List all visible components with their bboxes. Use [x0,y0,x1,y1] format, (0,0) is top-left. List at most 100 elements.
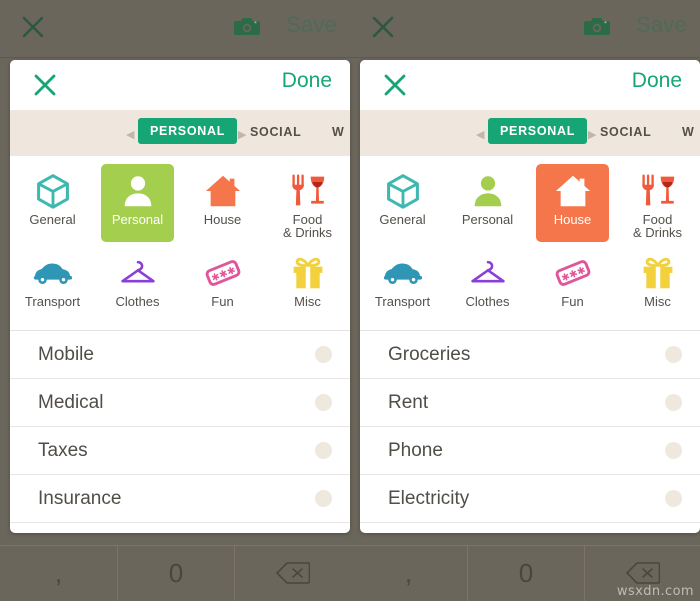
car-icon [382,252,424,294]
tabstrip: ◀ ▶ PERSONAL SOCIAL W [360,110,700,156]
category-house[interactable]: House [186,164,259,242]
tab-social[interactable]: SOCIAL [600,125,651,139]
list-item[interactable]: Medical [10,379,350,427]
done-button[interactable]: Done [282,69,332,93]
category-food-drinks[interactable]: Food & Drinks [621,164,694,242]
close-x-icon[interactable] [20,14,46,40]
category-label: Misc [644,294,671,309]
list-item[interactable]: Electricity [360,475,700,523]
category-grid: General Personal House Food & Drinks Tra… [360,156,700,330]
color-dot[interactable] [665,394,682,411]
zero-key[interactable]: 0 [118,545,234,601]
background-topbar-left: Save [0,0,350,57]
list-item-label: Medical [38,391,104,413]
category-label: Transport [24,294,81,309]
list-item[interactable]: Rent [360,379,700,427]
category-food-drinks[interactable]: Food & Drinks [271,164,344,242]
category-personal[interactable]: Personal [101,164,174,242]
save-button[interactable]: Save [286,12,337,38]
cube-icon [35,170,71,212]
list-item-label: Electricity [388,487,470,509]
list-item-label: Taxes [38,439,88,461]
food-drinks-icon [639,170,677,212]
color-dot[interactable] [315,394,332,411]
chevron-left-icon[interactable]: ◀ [126,130,134,141]
close-x-icon[interactable] [370,14,396,40]
chevron-left-icon[interactable]: ◀ [476,130,484,141]
category-label: Fun [561,294,584,309]
list-item-label: Groceries [388,343,471,365]
tab-personal[interactable]: PERSONAL [138,118,238,144]
list-item[interactable]: Taxes [10,427,350,475]
chevron-right-icon[interactable]: ▶ [588,130,596,141]
list-item[interactable]: Mobile [10,331,350,379]
ticket-icon: ✱✱✱ [553,252,593,294]
dialog-header: Done [10,60,350,110]
house-icon [204,170,242,212]
category-clothes[interactable]: Clothes [101,246,174,324]
category-label: Clothes [115,294,160,309]
category-fun[interactable]: ✱✱✱ Fun [186,246,259,324]
hanger-icon [468,252,508,294]
category-misc[interactable]: Misc [271,246,344,324]
category-transport[interactable]: Transport [16,246,89,324]
food-drinks-icon [289,170,327,212]
comma-key[interactable]: , [350,545,467,601]
list-item-label: Phone [388,439,443,461]
comma-key[interactable]: , [0,545,117,601]
done-button[interactable]: Done [632,69,682,93]
category-label: General [29,212,76,227]
tab-personal[interactable]: PERSONAL [488,118,588,144]
zero-key[interactable]: 0 [468,545,584,601]
person-icon [469,170,507,212]
category-general[interactable]: General [366,164,439,242]
category-label: Transport [374,294,431,309]
backspace-key[interactable] [235,545,350,601]
ticket-icon: ✱✱✱ [203,252,243,294]
category-misc[interactable]: Misc [621,246,694,324]
gift-icon [290,252,326,294]
save-button[interactable]: Save [636,12,687,38]
category-label: Fun [211,294,234,309]
tab-work[interactable]: W [682,125,695,139]
category-label: House [553,212,592,227]
color-dot[interactable] [315,490,332,507]
category-transport[interactable]: Transport [366,246,439,324]
color-dot[interactable] [665,490,682,507]
house-icon [554,170,592,212]
list-item[interactable]: Groceries [360,331,700,379]
category-label: House [203,212,242,227]
category-label: Misc [294,294,321,309]
list-item[interactable]: Insurance [10,475,350,523]
category-house[interactable]: House [536,164,609,242]
category-label: Food & Drinks [282,212,333,240]
subcategory-list: Groceries Rent Phone Electricity [360,330,700,523]
car-icon [32,252,74,294]
category-fun[interactable]: ✱✱✱ Fun [536,246,609,324]
category-label: Clothes [465,294,510,309]
tab-work[interactable]: W [332,125,345,139]
watermark: wsxdn.com [616,584,694,599]
close-x-icon[interactable] [382,72,408,98]
category-general[interactable]: General [16,164,89,242]
category-label: General [379,212,426,227]
color-dot[interactable] [665,442,682,459]
list-item-label: Rent [388,391,429,413]
camera-icon[interactable] [234,16,260,36]
camera-icon[interactable] [584,16,610,36]
color-dot[interactable] [665,346,682,363]
category-clothes[interactable]: Clothes [451,246,524,324]
close-x-icon[interactable] [32,72,58,98]
tab-social[interactable]: SOCIAL [250,125,301,139]
hanger-icon [118,252,158,294]
category-personal[interactable]: Personal [451,164,524,242]
list-item-label: Insurance [38,487,122,509]
subcategory-list: Mobile Medical Taxes Insurance [10,330,350,523]
tabstrip: ◀ ▶ PERSONAL SOCIAL W [10,110,350,156]
list-item-label: Mobile [38,343,94,365]
color-dot[interactable] [315,346,332,363]
list-item[interactable]: Phone [360,427,700,475]
chevron-right-icon[interactable]: ▶ [238,130,246,141]
category-picker-dialog-right: Done ◀ ▶ PERSONAL SOCIAL W General Perso… [360,60,700,533]
color-dot[interactable] [315,442,332,459]
